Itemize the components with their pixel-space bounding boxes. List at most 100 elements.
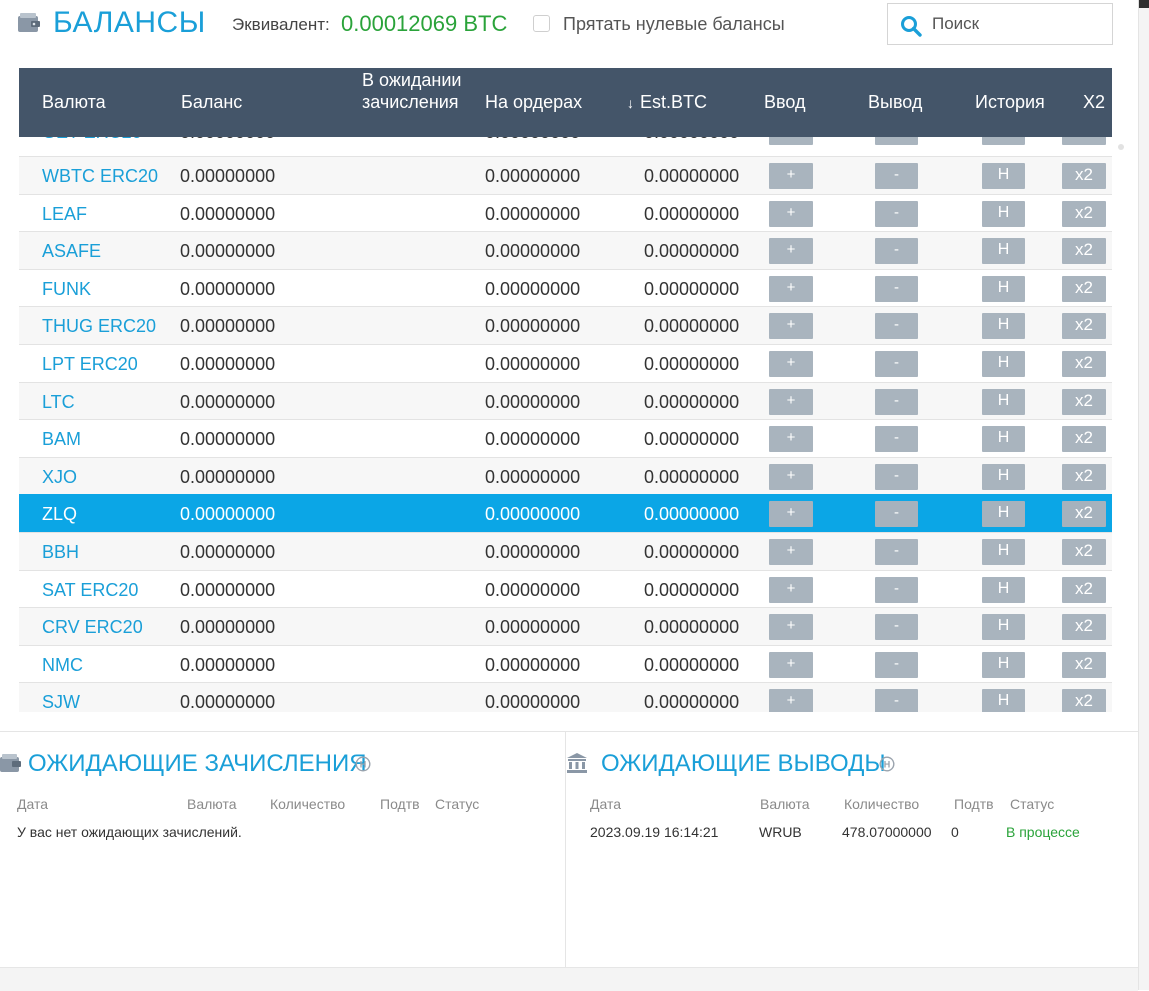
- deposit-button[interactable]: +: [769, 200, 813, 227]
- deposit-button[interactable]: +: [769, 275, 813, 302]
- currency-link[interactable]: BAM: [42, 429, 81, 450]
- history-button[interactable]: H: [982, 539, 1025, 565]
- currency-link[interactable]: ASAFE: [42, 241, 101, 262]
- deposit-button[interactable]: +: [769, 163, 813, 189]
- table-row[interactable]: BBH 0.00000000 0.00000000 0.00000000 + - Hx2: [19, 532, 1112, 570]
- table-row[interactable]: WBTC ERC20 0.00000000 0.00000000 0.00000000…: [19, 156, 1112, 194]
- table-row[interactable]: ASAFE 0.00000000 0.00000000 0.00000000 + - Hx2: [19, 231, 1112, 269]
- history-button[interactable]: H: [982, 576, 1025, 603]
- deposit-button[interactable]: +: [769, 651, 813, 678]
- history-button[interactable]: H: [982, 614, 1025, 641]
- col-withdraw[interactable]: Вывод: [868, 92, 922, 113]
- help-circle-icon[interactable]: H: [355, 756, 371, 772]
- deposit-button[interactable]: +: [769, 614, 813, 641]
- col-history[interactable]: История: [975, 92, 1045, 113]
- x2-button[interactable]: x2: [1062, 200, 1106, 227]
- history-button[interactable]: H: [982, 313, 1025, 340]
- x2-button[interactable]: x2: [1062, 163, 1106, 189]
- table-scroll-indicator[interactable]: [1118, 144, 1124, 150]
- table-row[interactable]: CRV ERC20 0.00000000 0.00000000 0.00000000 +…: [19, 607, 1112, 645]
- withdraw-button[interactable]: -: [875, 689, 918, 712]
- table-row[interactable]: SJW 0.00000000 0.00000000 0.00000000 + - Hx2: [19, 682, 1112, 712]
- col-x2[interactable]: X2: [1083, 92, 1105, 113]
- table-row[interactable]: LPT ERC20 0.00000000 0.00000000 0.00000000 +…: [19, 344, 1112, 382]
- help-circle-icon[interactable]: H: [879, 756, 895, 772]
- history-button[interactable]: H: [982, 238, 1025, 265]
- history-button[interactable]: H: [982, 501, 1025, 528]
- x2-button[interactable]: x2: [1062, 576, 1106, 603]
- table-row[interactable]: LEAF 0.00000000 0.00000000 0.00000000 + - Hx2: [19, 193, 1112, 232]
- x2-button[interactable]: x2: [1062, 539, 1106, 565]
- deposit-button[interactable]: +: [769, 689, 813, 712]
- deposit-button[interactable]: +: [769, 238, 813, 265]
- history-button[interactable]: H: [982, 351, 1025, 377]
- deposit-button[interactable]: +: [769, 351, 813, 377]
- withdraw-button[interactable]: -: [875, 388, 918, 415]
- x2-button[interactable]: x2: [1062, 275, 1106, 302]
- history-button[interactable]: H: [982, 388, 1025, 415]
- deposit-button[interactable]: +: [769, 463, 813, 490]
- withdraw-button[interactable]: -: [875, 463, 918, 490]
- withdraw-button[interactable]: -: [875, 576, 918, 603]
- hide-zero-label[interactable]: Прятать нулевые балансы: [563, 14, 785, 35]
- col-est-btc[interactable]: ↓ Est.BTC: [627, 92, 707, 113]
- table-row[interactable]: LTC 0.00000000 0.00000000 0.00000000 + - Hx2: [19, 381, 1112, 420]
- col-balance[interactable]: Баланс: [181, 92, 242, 113]
- deposit-button[interactable]: +: [769, 313, 813, 340]
- currency-link[interactable]: CRV ERC20: [42, 617, 143, 638]
- currency-link[interactable]: ZLQ: [42, 504, 77, 525]
- x2-button[interactable]: x2: [1062, 689, 1106, 712]
- currency-link[interactable]: BBH: [42, 542, 79, 563]
- col-deposit[interactable]: Ввод: [764, 92, 805, 113]
- history-button[interactable]: H: [982, 689, 1025, 712]
- withdraw-button[interactable]: -: [875, 426, 918, 453]
- withdraw-button[interactable]: -: [875, 275, 918, 302]
- table-row[interactable]: THUG ERC20 0.00000000 0.00000000 0.00000000…: [19, 306, 1112, 344]
- withdraw-button[interactable]: -: [875, 539, 918, 565]
- search-input[interactable]: [932, 10, 1102, 38]
- currency-link[interactable]: WBTC ERC20: [42, 166, 158, 187]
- table-row[interactable]: FUNK 0.00000000 0.00000000 0.00000000 + - Hx2: [19, 268, 1112, 307]
- table-row[interactable]: BAM 0.00000000 0.00000000 0.00000000 + - Hx2: [19, 419, 1112, 457]
- currency-link[interactable]: FUNK: [42, 279, 91, 300]
- withdraw-button[interactable]: -: [875, 351, 918, 377]
- deposit-button[interactable]: +: [769, 426, 813, 453]
- search-box[interactable]: [887, 3, 1113, 45]
- col-currency[interactable]: Валюта: [42, 92, 106, 113]
- currency-link[interactable]: NMC: [42, 655, 83, 676]
- currency-link[interactable]: THUG ERC20: [42, 316, 156, 337]
- withdraw-button[interactable]: -: [875, 200, 918, 227]
- table-row[interactable]: SAT ERC20 0.00000000 0.00000000 0.00000000 +…: [19, 569, 1112, 608]
- deposit-button[interactable]: +: [769, 539, 813, 565]
- history-button[interactable]: H: [982, 275, 1025, 302]
- withdraw-button[interactable]: -: [875, 238, 918, 265]
- hide-zero-checkbox[interactable]: [533, 15, 550, 32]
- x2-button[interactable]: x2: [1062, 426, 1106, 453]
- currency-link[interactable]: LTC: [42, 392, 75, 413]
- withdraw-button[interactable]: -: [875, 501, 918, 528]
- currency-link[interactable]: XJO: [42, 467, 77, 488]
- history-button[interactable]: H: [982, 651, 1025, 678]
- x2-button[interactable]: x2: [1062, 501, 1106, 528]
- page-scroll-gutter[interactable]: [1138, 8, 1149, 990]
- withdraw-button[interactable]: -: [875, 313, 918, 340]
- currency-link[interactable]: SJW: [42, 692, 80, 712]
- currency-link[interactable]: LPT ERC20: [42, 354, 138, 375]
- withdraw-button[interactable]: -: [875, 614, 918, 641]
- table-row[interactable]: ZLQ 0.00000000 0.00000000 0.00000000 + - Hx2: [19, 494, 1112, 532]
- deposit-button[interactable]: +: [769, 501, 813, 528]
- currency-link[interactable]: LEAF: [42, 204, 87, 225]
- deposit-button[interactable]: +: [769, 576, 813, 603]
- x2-button[interactable]: x2: [1062, 238, 1106, 265]
- x2-button[interactable]: x2: [1062, 388, 1106, 415]
- x2-button[interactable]: x2: [1062, 351, 1106, 377]
- table-row[interactable]: NMC 0.00000000 0.00000000 0.00000000 + - Hx2: [19, 644, 1112, 683]
- x2-button[interactable]: x2: [1062, 651, 1106, 678]
- withdraw-button[interactable]: -: [875, 651, 918, 678]
- history-button[interactable]: H: [982, 163, 1025, 189]
- x2-button[interactable]: x2: [1062, 313, 1106, 340]
- col-pending[interactable]: В ожидании зачисления: [362, 69, 482, 113]
- deposit-button[interactable]: +: [769, 388, 813, 415]
- history-button[interactable]: H: [982, 200, 1025, 227]
- history-button[interactable]: H: [982, 426, 1025, 453]
